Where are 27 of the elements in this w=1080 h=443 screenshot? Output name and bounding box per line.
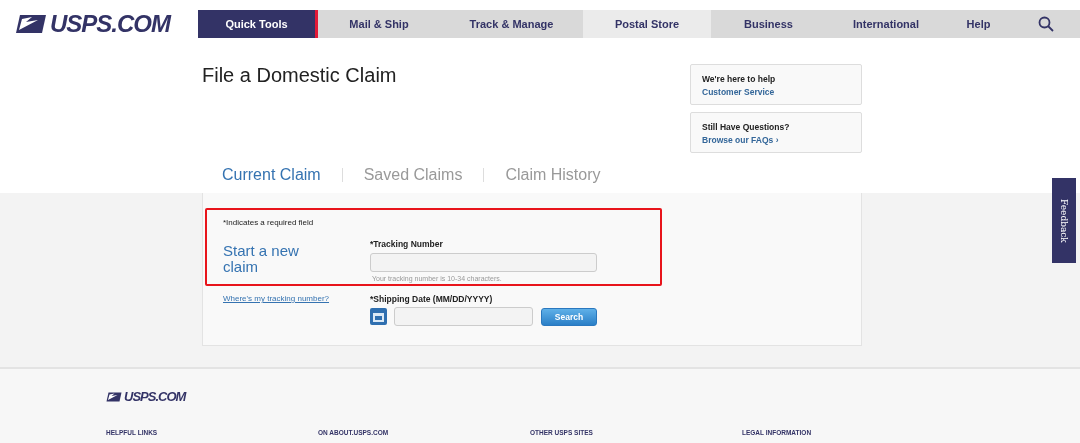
footer-logo-text[interactable]: USPS.COM xyxy=(124,389,186,404)
required-note: *Indicates a required field xyxy=(223,218,315,227)
eagle-logo-icon xyxy=(16,14,46,34)
usps-logo-text[interactable]: USPS.COM xyxy=(50,10,170,38)
nav-tab[interactable]: Mail & Ship xyxy=(318,10,440,38)
eagle-logo-icon xyxy=(106,391,122,402)
nav-tab[interactable]: Postal Store xyxy=(583,10,711,38)
nav-tab[interactable]: Business xyxy=(711,10,826,38)
nav-tab[interactable]: Quick Tools xyxy=(198,10,318,38)
field-label: *Shipping Date (MM/DD/YYYY) xyxy=(370,294,494,304)
help-card-heading: Still Have Questions? xyxy=(702,122,791,132)
help-link[interactable]: Customer Service xyxy=(702,87,850,97)
feedback-tab[interactable]: Feedback xyxy=(1052,178,1076,263)
tracking-help-link[interactable]: Where's my tracking number? xyxy=(223,294,370,303)
tracking-number-field[interactable] xyxy=(370,253,597,272)
page-title: File a Domestic Claim xyxy=(202,64,397,88)
help-card-heading: We're here to help xyxy=(702,74,777,84)
nav-tab[interactable]: Help xyxy=(946,10,1011,38)
search-icon[interactable] xyxy=(1037,16,1054,32)
nav-tab[interactable]: Track & Manage xyxy=(440,10,583,38)
nav-tab[interactable]: International xyxy=(826,10,946,38)
help-link[interactable]: Browse our FAQs › xyxy=(702,135,850,145)
claim-tab[interactable]: Current Claim xyxy=(222,166,321,184)
shipping-date-field[interactable] xyxy=(394,307,533,326)
form-heading: Start a new claim xyxy=(223,243,300,275)
calendar-icon[interactable] xyxy=(370,308,387,325)
field-label: *Tracking Number xyxy=(370,239,444,249)
